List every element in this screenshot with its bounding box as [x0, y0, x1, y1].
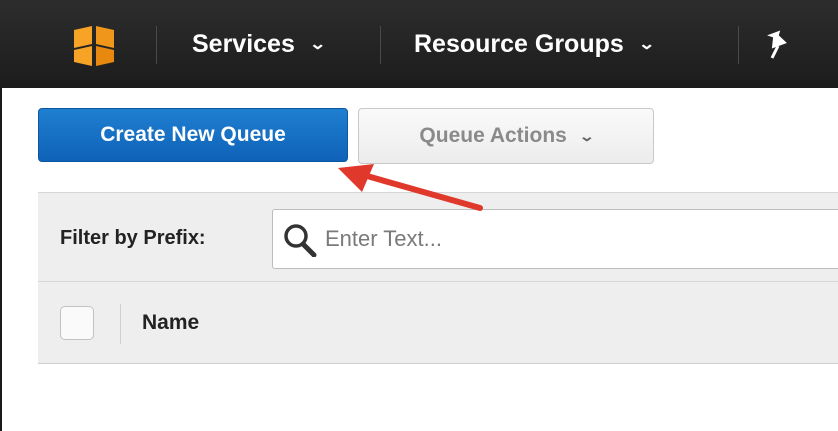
filter-prefix-input[interactable]: [325, 210, 825, 268]
top-navigation-bar: Services ⌄ Resource Groups ⌄: [0, 0, 838, 88]
create-new-queue-label: Create New Queue: [100, 123, 286, 146]
pin-icon[interactable]: [766, 30, 790, 60]
aws-cube-icon[interactable]: [68, 24, 120, 68]
search-icon: [284, 224, 317, 257]
queue-actions-label: Queue Actions: [419, 124, 567, 147]
column-divider: [120, 304, 121, 344]
nav-divider: [738, 26, 739, 64]
column-header-name[interactable]: Name: [142, 282, 199, 364]
queue-table-header: Name: [38, 282, 838, 364]
resource-groups-label: Resource Groups: [414, 29, 624, 58]
filter-input-container[interactable]: [272, 209, 838, 269]
chevron-down-icon: ⌄: [578, 127, 595, 144]
select-all-checkbox[interactable]: [60, 306, 94, 340]
chevron-down-icon: ⌄: [637, 36, 656, 53]
filter-label: Filter by Prefix:: [60, 226, 206, 249]
create-new-queue-button[interactable]: Create New Queue: [38, 108, 348, 162]
chevron-down-icon: ⌄: [308, 36, 327, 53]
annotation-arrow-icon: [338, 164, 483, 211]
services-menu[interactable]: Services ⌄: [192, 0, 327, 88]
nav-divider: [156, 26, 157, 64]
resource-groups-menu[interactable]: Resource Groups ⌄: [414, 0, 656, 88]
services-label: Services: [192, 29, 295, 58]
nav-divider: [380, 26, 381, 64]
queue-actions-dropdown[interactable]: Queue Actions ⌄: [358, 108, 654, 164]
